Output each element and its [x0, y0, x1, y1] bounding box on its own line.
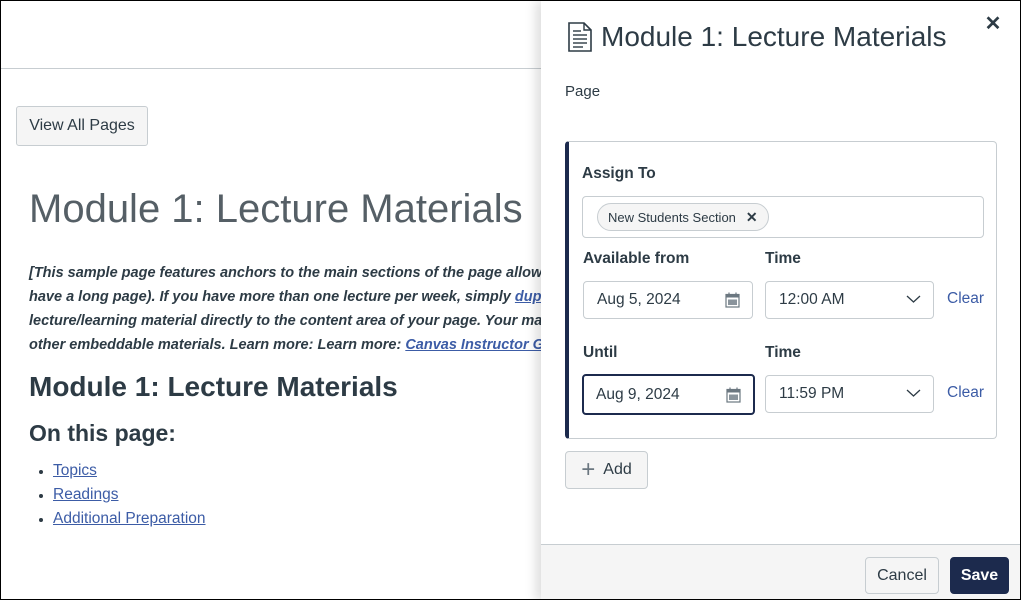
toc-link-additional-preparation[interactable]: Additional Preparation: [53, 510, 206, 527]
assign-to-tray: ✕ Module 1: Lecture Materials Page Assig…: [541, 1, 1020, 599]
cancel-button[interactable]: Cancel: [865, 557, 939, 594]
toc-item: Additional Preparation: [39, 507, 206, 531]
toc-item: Topics: [39, 459, 206, 483]
item-type-label: Page: [565, 83, 601, 100]
until-date-input[interactable]: Aug 9, 2024: [582, 374, 755, 415]
clear-until-button[interactable]: Clear: [947, 384, 984, 402]
clear-available-from-button[interactable]: Clear: [947, 290, 984, 308]
view-all-pages-button[interactable]: View All Pages: [16, 106, 148, 146]
plus-icon: +: [581, 456, 596, 483]
toc-item: Readings: [39, 483, 206, 507]
assignee-chip: New Students Section ✕: [597, 203, 769, 231]
tray-footer: Cancel Save: [541, 544, 1020, 599]
assign-card: Assign To New Students Section ✕ Availab…: [565, 141, 997, 439]
close-icon[interactable]: ✕: [984, 13, 1002, 35]
page-title: Module 1: Lecture Materials: [29, 187, 523, 231]
calendar-icon[interactable]: [726, 387, 741, 403]
save-button[interactable]: Save: [950, 557, 1009, 594]
available-from-time-label: Time: [765, 250, 801, 267]
chevron-down-icon: [906, 295, 921, 303]
toc-list: Topics Readings Additional Preparation: [39, 459, 206, 531]
calendar-icon[interactable]: [725, 292, 740, 308]
toc-link-readings[interactable]: Readings: [53, 486, 119, 503]
until-time-select[interactable]: 11:59 PM: [765, 375, 934, 413]
on-this-page-heading: On this page:: [29, 420, 176, 446]
tray-header: Module 1: Lecture Materials: [567, 21, 947, 53]
available-from-time-select[interactable]: 12:00 AM: [765, 281, 934, 319]
document-icon: [568, 22, 592, 52]
assign-to-label: Assign To: [582, 165, 656, 182]
content-heading: Module 1: Lecture Materials: [29, 371, 398, 402]
app-window: View All Pages Module 1: Lecture Materia…: [0, 0, 1021, 600]
until-label: Until: [583, 344, 618, 361]
assignee-chip-label: New Students Section: [608, 209, 736, 225]
chevron-down-icon: [906, 389, 921, 397]
available-from-label: Available from: [583, 250, 690, 267]
tray-title: Module 1: Lecture Materials: [601, 21, 947, 52]
available-from-date-input[interactable]: Aug 5, 2024: [583, 281, 753, 319]
toc-link-topics[interactable]: Topics: [53, 462, 97, 479]
remove-assignee-icon[interactable]: ✕: [746, 209, 758, 226]
assign-to-input[interactable]: New Students Section ✕: [582, 196, 984, 238]
until-time-label: Time: [765, 344, 801, 361]
add-assignment-button[interactable]: + Add: [565, 451, 648, 489]
